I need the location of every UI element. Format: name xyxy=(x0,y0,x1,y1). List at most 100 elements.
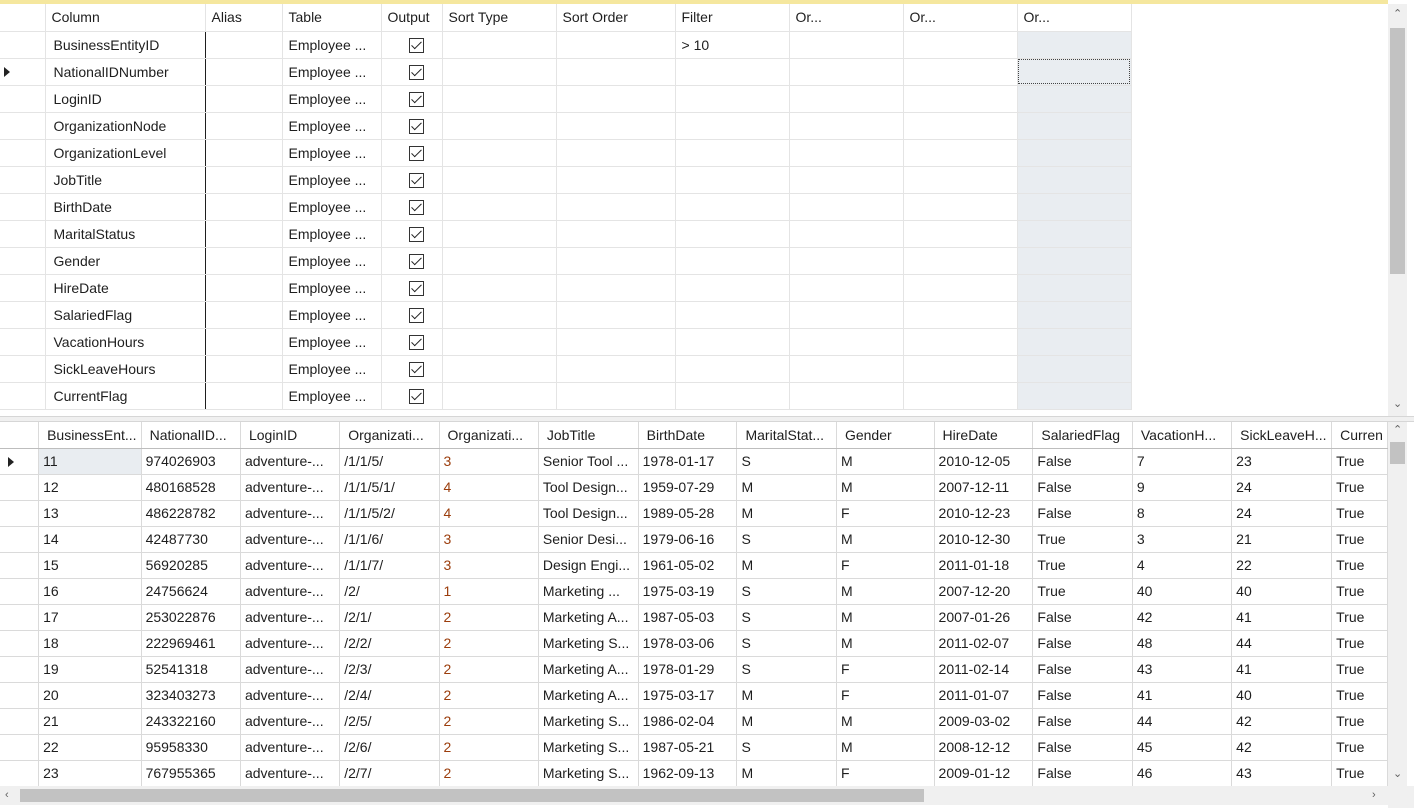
table-cell[interactable]: 4 xyxy=(439,500,539,527)
table-cell[interactable]: 44 xyxy=(1231,630,1333,657)
table-cell[interactable]: Marketing S... xyxy=(538,708,639,735)
table-cell[interactable]: adventure-... xyxy=(240,552,341,579)
table-cell[interactable]: 2010-12-30 xyxy=(934,526,1034,553)
row-selector[interactable] xyxy=(0,526,40,553)
table-cell[interactable]: 56920285 xyxy=(141,552,241,579)
table-cell[interactable]: 4 xyxy=(439,474,539,501)
table-cell[interactable]: 3 xyxy=(439,552,539,579)
table-cell[interactable]: 1979-06-16 xyxy=(638,526,738,553)
criteria-header-or-2[interactable]: Or... xyxy=(903,4,1018,32)
scroll-down-arrow-icon[interactable]: ⌄ xyxy=(1393,399,1402,410)
criteria-or-cell[interactable] xyxy=(903,85,1018,113)
table-cell[interactable]: /1/1/5/1/ xyxy=(339,474,440,501)
criteria-sort-type-cell[interactable] xyxy=(442,193,557,221)
criteria-sort-order-cell[interactable] xyxy=(556,274,676,302)
table-cell[interactable]: 8 xyxy=(1132,500,1233,527)
table-cell[interactable]: 2007-12-11 xyxy=(934,474,1034,501)
table-cell[interactable]: M xyxy=(736,760,837,786)
table-row[interactable]: 16 24756624 adventure-.../2/1 Marketing ...… xyxy=(0,578,1388,605)
table-cell[interactable]: 21 xyxy=(38,708,142,735)
row-selector[interactable] xyxy=(0,500,40,527)
table-cell[interactable]: 2007-01-26 xyxy=(934,604,1034,631)
criteria-header-sort-order[interactable]: Sort Order xyxy=(556,4,676,32)
table-cell[interactable]: 1961-05-02 xyxy=(638,552,738,579)
table-cell[interactable]: True xyxy=(1331,682,1388,709)
criteria-sort-order-cell[interactable] xyxy=(556,193,676,221)
criteria-table-cell[interactable]: Employee ... xyxy=(282,328,382,356)
table-cell[interactable]: False xyxy=(1032,500,1133,527)
criteria-table-cell[interactable]: Employee ... xyxy=(282,247,382,275)
table-cell[interactable]: 253022876 xyxy=(141,604,241,631)
table-cell[interactable]: M xyxy=(836,734,935,761)
row-selector[interactable] xyxy=(0,578,40,605)
table-cell[interactable]: Marketing ... xyxy=(538,578,639,605)
criteria-or-cell[interactable] xyxy=(789,355,904,383)
table-cell[interactable]: 48 xyxy=(1132,630,1233,657)
criteria-or-cell[interactable] xyxy=(903,193,1018,221)
criteria-filter-cell[interactable] xyxy=(675,247,790,275)
criteria-column-cell[interactable]: LoginID xyxy=(45,85,206,113)
criteria-or-cell[interactable] xyxy=(903,112,1018,140)
row-selector[interactable] xyxy=(0,247,46,275)
results-column-header[interactable]: BusinessEnt... xyxy=(38,422,142,449)
criteria-filter-cell[interactable] xyxy=(675,274,790,302)
criteria-or-cell[interactable] xyxy=(1017,166,1132,194)
criteria-or-cell[interactable] xyxy=(789,382,904,410)
table-cell[interactable]: True xyxy=(1331,656,1388,683)
criteria-row[interactable]: OrganizationLevel Employee ... xyxy=(0,139,1132,167)
table-cell[interactable]: Marketing A... xyxy=(538,682,639,709)
table-cell[interactable]: /2/4/ xyxy=(339,682,440,709)
table-cell[interactable]: 2 xyxy=(439,760,539,786)
table-cell[interactable]: 3 xyxy=(1132,526,1233,553)
criteria-table-cell[interactable]: Employee ... xyxy=(282,301,382,329)
table-cell[interactable]: 44 xyxy=(1132,708,1233,735)
table-cell[interactable]: 13 xyxy=(38,500,142,527)
table-cell[interactable]: 323403273 xyxy=(141,682,241,709)
criteria-column-cell[interactable]: SalariedFlag xyxy=(45,301,206,329)
table-cell[interactable]: /2/2/ xyxy=(339,630,440,657)
table-row[interactable]: 13 486228782 adventure-.../1/1/5/2/4 Tool D… xyxy=(0,500,1388,527)
table-cell[interactable]: F xyxy=(836,760,935,786)
table-cell[interactable]: 24 xyxy=(1231,500,1333,527)
table-cell[interactable]: 9 xyxy=(1132,474,1233,501)
criteria-output-cell[interactable] xyxy=(381,247,443,275)
row-selector[interactable] xyxy=(0,58,46,86)
criteria-output-cell[interactable] xyxy=(381,355,443,383)
table-cell[interactable]: 2 xyxy=(439,682,539,709)
table-cell[interactable]: M xyxy=(836,578,935,605)
table-cell[interactable]: True xyxy=(1331,734,1388,761)
criteria-row[interactable]: SalariedFlag Employee ... xyxy=(0,301,1132,329)
results-column-header[interactable]: MaritalStat... xyxy=(736,422,837,449)
criteria-sort-order-cell[interactable] xyxy=(556,31,676,59)
criteria-filter-cell[interactable] xyxy=(675,220,790,248)
table-cell[interactable]: 23 xyxy=(1231,448,1333,475)
criteria-sort-type-cell[interactable] xyxy=(442,58,557,86)
criteria-column-cell[interactable]: MaritalStatus xyxy=(45,220,206,248)
row-selector[interactable] xyxy=(0,448,40,475)
table-cell[interactable]: 2 xyxy=(439,604,539,631)
criteria-or-cell[interactable] xyxy=(903,274,1018,302)
table-cell[interactable]: 22 xyxy=(38,734,142,761)
checkbox-checked-icon[interactable] xyxy=(408,172,424,188)
table-cell[interactable]: adventure-... xyxy=(240,526,341,553)
row-selector[interactable] xyxy=(0,474,40,501)
table-cell[interactable]: 222969461 xyxy=(141,630,241,657)
checkbox-checked-icon[interactable] xyxy=(408,307,424,323)
checkbox-checked-icon[interactable] xyxy=(408,361,424,377)
table-cell[interactable]: False xyxy=(1032,604,1133,631)
criteria-alias-cell[interactable] xyxy=(205,139,283,167)
table-row[interactable]: 17 253022876 adventure-.../2/1/2 Marketing … xyxy=(0,604,1388,631)
criteria-column-cell[interactable]: HireDate xyxy=(45,274,206,302)
criteria-table-cell[interactable]: Employee ... xyxy=(282,166,382,194)
criteria-output-cell[interactable] xyxy=(381,166,443,194)
row-selector[interactable] xyxy=(0,112,46,140)
table-row[interactable]: 22 95958330 adventure-.../2/6/2 Marketing S… xyxy=(0,734,1388,761)
results-column-header[interactable]: BirthDate xyxy=(638,422,738,449)
table-cell[interactable]: 2010-12-23 xyxy=(934,500,1034,527)
criteria-output-cell[interactable] xyxy=(381,382,443,410)
table-cell[interactable]: 52541318 xyxy=(141,656,241,683)
criteria-or-cell[interactable] xyxy=(1017,301,1132,329)
row-selector[interactable] xyxy=(0,760,40,786)
criteria-row[interactable]: Gender Employee ... xyxy=(0,247,1132,275)
table-cell[interactable]: 2 xyxy=(439,656,539,683)
